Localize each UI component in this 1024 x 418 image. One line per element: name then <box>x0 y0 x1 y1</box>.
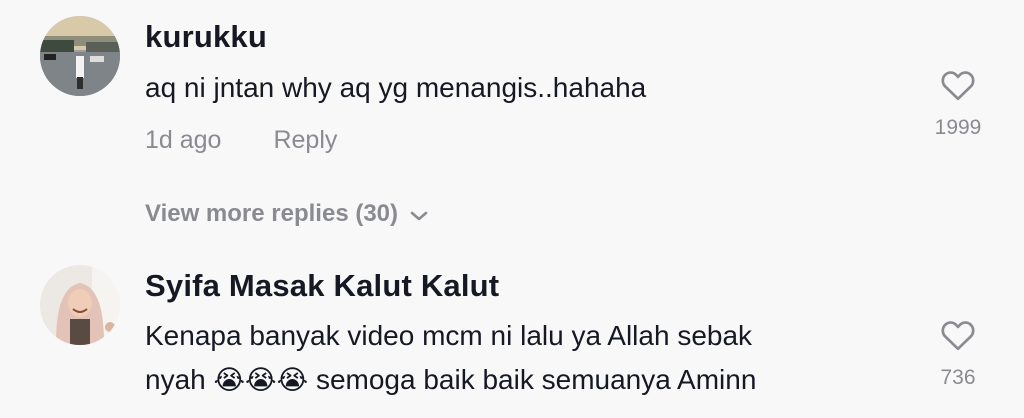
like-count: 736 <box>940 366 976 389</box>
like-control[interactable]: 736 <box>918 318 998 390</box>
avatar-photo <box>40 16 120 96</box>
comment-username[interactable]: kurukku <box>145 19 267 55</box>
comment-meta: 1d ago Reply <box>145 126 337 155</box>
comment-text-line2-start: nyah <box>145 364 206 395</box>
comment-text: aq ni jntan why aq yg menangis..hahaha <box>145 72 647 103</box>
comments-list: kurukku aq ni jntan why aq yg menangis..… <box>0 0 1024 418</box>
reply-button[interactable]: Reply <box>273 126 337 154</box>
avatar-photo <box>40 265 120 345</box>
like-count: 1999 <box>934 116 982 139</box>
comment-text-line1: Kenapa banyak video mcm ni lalu ya Allah… <box>145 320 753 351</box>
chevron-down-icon <box>410 201 428 229</box>
heart-outline-icon[interactable] <box>940 318 976 352</box>
heart-outline-icon[interactable] <box>940 68 976 102</box>
view-more-replies-button[interactable]: View more replies (30) <box>145 200 428 229</box>
comment-time: 1d ago <box>145 126 222 154</box>
like-control[interactable]: 1999 <box>918 68 998 140</box>
crying-emoji-group: 😭😭😭 <box>213 365 309 395</box>
avatar[interactable] <box>40 265 120 345</box>
comment-text-line2-end: semoga baik baik semuanya Aminn <box>315 364 757 395</box>
avatar[interactable] <box>40 16 120 96</box>
comment-username[interactable]: Syifa Masak Kalut Kalut <box>145 268 499 304</box>
view-more-replies-label: View more replies (30) <box>145 200 399 227</box>
comment-text: Kenapa banyak video mcm ni lalu ya Allah… <box>145 314 756 402</box>
